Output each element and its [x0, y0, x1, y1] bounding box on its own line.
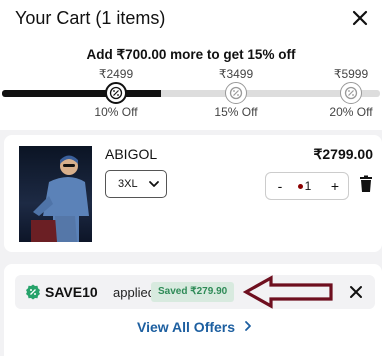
verified-badge-icon [25, 284, 41, 300]
tier-label-3: 20% Off [329, 105, 373, 119]
discount-badge-icon [225, 82, 247, 104]
coupon-status: applied [113, 285, 155, 300]
tier-label-2: 15% Off [214, 105, 258, 119]
coupon-panel: SAVE10 applied Saved ₹279.90 View All Of… [4, 264, 382, 356]
cart-item: ABIGOL 3XL ₹2799.00 - 1 + [4, 135, 382, 252]
progress-track [2, 90, 380, 97]
tier-price-3: ₹5999 [333, 67, 369, 81]
cart-title: Your Cart (1 items) [15, 8, 166, 28]
view-all-offers-label: View All Offers [137, 319, 236, 335]
discount-badge-icon [105, 82, 127, 104]
decrease-quantity-button[interactable]: - [268, 173, 292, 199]
remove-coupon-button[interactable] [348, 284, 364, 300]
tier-price-2: ₹3499 [218, 67, 254, 81]
offer-message: Add ₹700.00 more to get 15% off [86, 47, 296, 62]
view-all-offers-link[interactable]: View All Offers [137, 319, 252, 335]
product-name: ABIGOL [105, 146, 158, 162]
item-price: ₹2799.00 [313, 146, 373, 162]
offer-progress-panel: Add ₹700.00 more to get 15% off ₹2499 ₹3… [0, 38, 382, 130]
tier-price-1: ₹2499 [98, 67, 134, 81]
size-value: 3XL [118, 178, 138, 190]
saved-amount-badge: Saved ₹279.90 [151, 282, 235, 302]
quantity-stepper: - 1 + [265, 172, 349, 200]
annotation-arrow-icon [242, 275, 339, 309]
cart-header: Your Cart (1 items) [0, 0, 382, 38]
applied-coupon: SAVE10 applied Saved ₹279.90 [15, 275, 375, 309]
progress-fill [2, 90, 161, 97]
product-image[interactable] [19, 146, 92, 242]
coupon-code: SAVE10 [45, 284, 98, 300]
tier-label-1: 10% Off [94, 105, 138, 119]
chevron-down-icon [148, 177, 160, 194]
quantity-value[interactable]: 1 [294, 173, 322, 199]
discount-badge-icon [340, 82, 362, 104]
trash-icon[interactable] [358, 175, 374, 193]
size-select[interactable]: 3XL [105, 170, 167, 198]
chevron-right-icon [244, 319, 252, 335]
increase-quantity-button[interactable]: + [323, 173, 347, 199]
close-icon[interactable] [348, 6, 372, 30]
